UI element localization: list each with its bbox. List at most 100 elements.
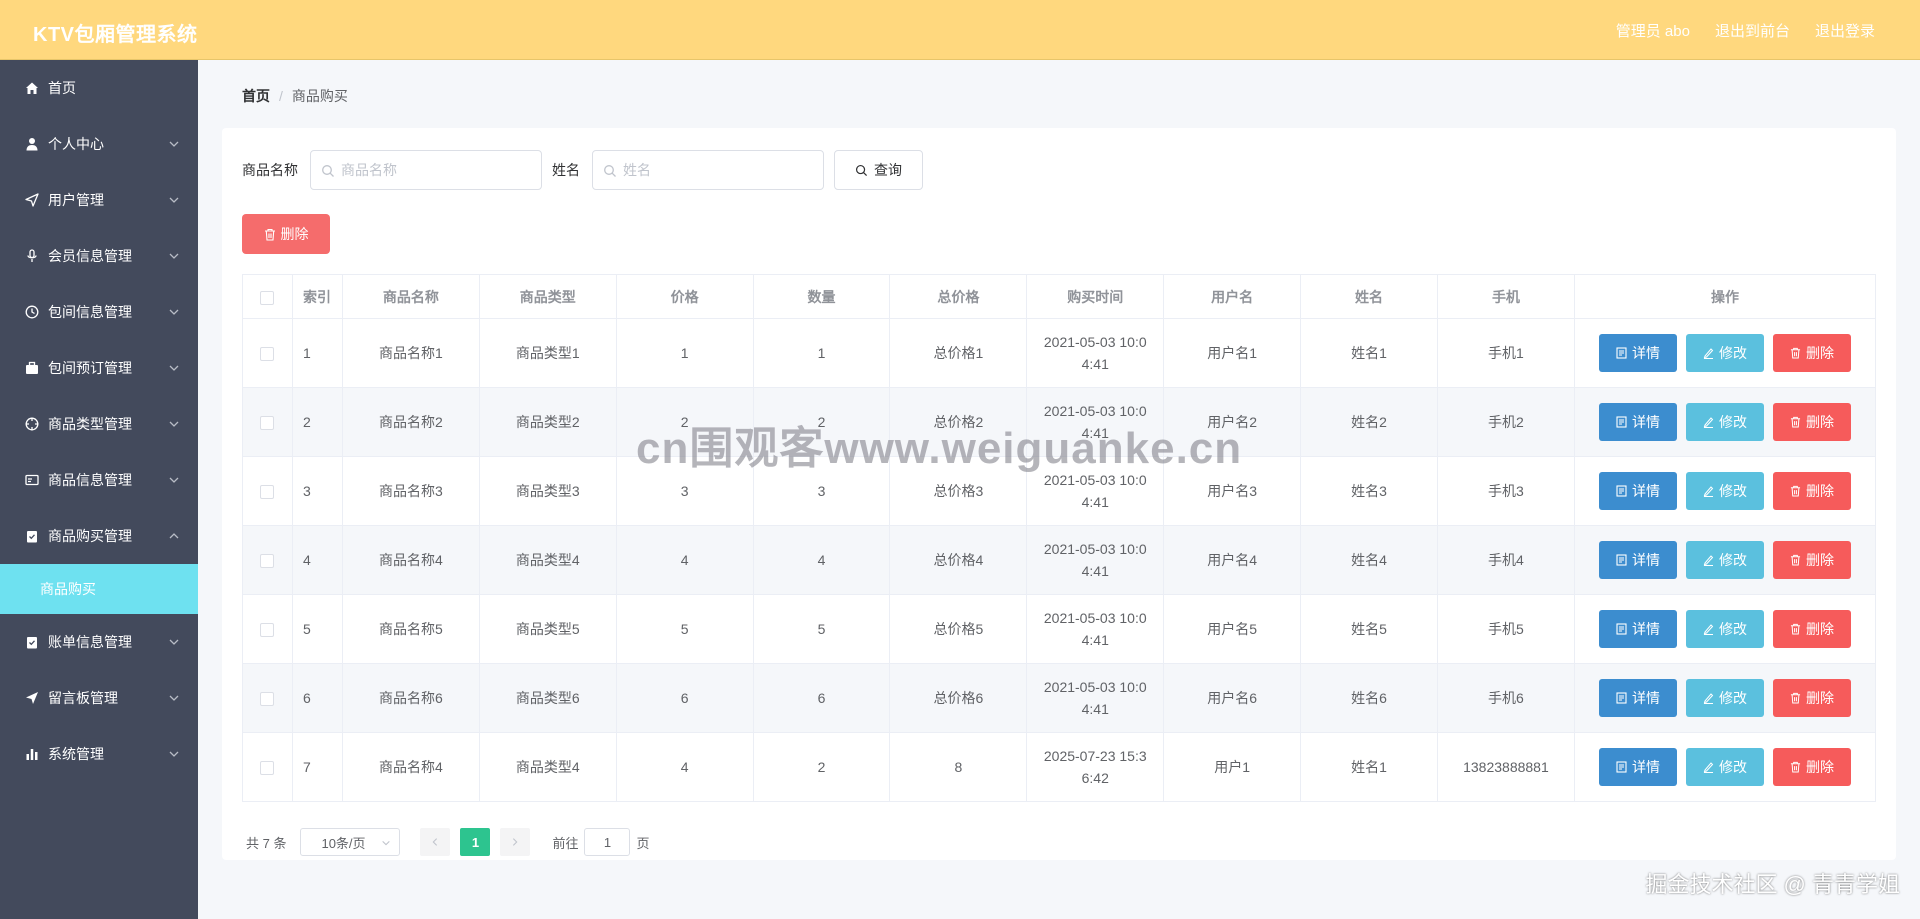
admin-user-label[interactable]: 管理员 abo: [1616, 20, 1690, 41]
edit-button[interactable]: 修改: [1685, 748, 1764, 786]
prev-page-button[interactable]: [420, 828, 451, 856]
sidebar-item-profile[interactable]: 个人中心: [0, 116, 198, 172]
trash-icon: [264, 228, 275, 241]
user-icon: [24, 136, 40, 152]
delete-button[interactable]: 删除: [1772, 679, 1851, 717]
query-button[interactable]: 查询: [834, 150, 923, 190]
product-name-field: [310, 150, 542, 190]
cell-person: 姓名5: [1300, 594, 1438, 664]
cell-actions: 详情 修改 删除: [1574, 525, 1877, 595]
trash-icon: [1790, 692, 1801, 704]
cell-qty: 5: [753, 594, 891, 664]
row-checkbox[interactable]: [260, 692, 275, 707]
row-checkbox[interactable]: [260, 761, 275, 776]
sidebar-item-messages[interactable]: 留言板管理: [0, 670, 198, 726]
edit-button[interactable]: 修改: [1685, 541, 1764, 579]
detail-button[interactable]: 详情: [1598, 748, 1677, 786]
cell-price: 4: [616, 732, 754, 802]
batch-delete-button[interactable]: 删除: [242, 214, 330, 254]
cell-phone: 手机1: [1437, 318, 1575, 388]
cell-name: 商品名称4: [342, 732, 480, 802]
logout-link[interactable]: 退出登录: [1815, 20, 1875, 41]
detail-button[interactable]: 详情: [1598, 679, 1677, 717]
sidebar-item-reservations[interactable]: 包间预订管理: [0, 340, 198, 396]
trash-icon: [1790, 623, 1801, 635]
purchase-time-line: 2021-05-03 10:0: [1043, 541, 1147, 557]
sidebar-item-products[interactable]: 商品信息管理: [0, 452, 198, 508]
edit-label: 修改: [1718, 690, 1747, 706]
main-content: 首页 / 商品购买 商品名称 姓名 查询 删除: [198, 60, 1920, 919]
edit-icon: [1703, 693, 1714, 704]
delete-button[interactable]: 删除: [1772, 403, 1851, 441]
row-checkbox[interactable]: [260, 623, 275, 638]
page-size-select[interactable]: 10条/页: [300, 828, 401, 856]
delete-label: 删除: [1805, 414, 1834, 430]
detail-button[interactable]: 详情: [1598, 610, 1677, 648]
clipboard-check-icon: [24, 634, 40, 650]
sidebar-item-home[interactable]: 首页: [0, 60, 198, 116]
sidebar-subitem-product-purchase[interactable]: 商品购买: [0, 564, 198, 614]
edit-icon: [1703, 486, 1714, 497]
table-row: 4 商品名称4 商品类型4 4 4 总价格4 2021-05-03 10:0 4:41 用户名4…: [242, 525, 1877, 595]
delete-button[interactable]: 删除: [1772, 610, 1851, 648]
row-checkbox[interactable]: [260, 554, 275, 569]
sidebar-item-users[interactable]: 用户管理: [0, 172, 198, 228]
detail-button[interactable]: 详情: [1598, 472, 1677, 510]
edit-button[interactable]: 修改: [1685, 610, 1764, 648]
page-number-current[interactable]: 1: [460, 828, 491, 856]
delete-button[interactable]: 删除: [1772, 334, 1851, 372]
sidebar-item-rooms[interactable]: 包间信息管理: [0, 284, 198, 340]
goto-page-input[interactable]: [584, 828, 631, 856]
row-checkbox[interactable]: [260, 347, 275, 362]
cell-index: 2: [292, 387, 343, 457]
sidebar-item-system[interactable]: 系统管理: [0, 726, 198, 782]
edit-button[interactable]: 修改: [1685, 679, 1764, 717]
cell-person: 姓名2: [1300, 387, 1438, 457]
cell-person: 姓名6: [1300, 663, 1438, 733]
chevron-down-icon: [382, 840, 391, 846]
column-header: 商品类型: [479, 274, 617, 319]
sidebar-item-product-types[interactable]: 商品类型管理: [0, 396, 198, 452]
sidebar-item-bills[interactable]: 账单信息管理: [0, 614, 198, 670]
delete-button[interactable]: 删除: [1772, 541, 1851, 579]
detail-button[interactable]: 详情: [1598, 403, 1677, 441]
sidebar-item-label: 商品购买管理: [48, 528, 132, 544]
detail-label: 详情: [1631, 552, 1660, 568]
column-header: 姓名: [1300, 274, 1438, 319]
row-checkbox[interactable]: [260, 416, 275, 431]
detail-button[interactable]: 详情: [1598, 541, 1677, 579]
back-to-frontend-link[interactable]: 退出到前台: [1715, 20, 1790, 41]
document-icon: [1616, 554, 1627, 566]
person-name-input[interactable]: [593, 151, 823, 189]
next-page-button[interactable]: [500, 828, 531, 856]
sidebar-item-label: 会员信息管理: [48, 248, 132, 264]
sidebar-item-members[interactable]: 会员信息管理: [0, 228, 198, 284]
cell-user: 用户名1: [1163, 318, 1302, 388]
sidebar-item-label: 系统管理: [48, 746, 104, 762]
search-form: 商品名称 姓名 查询: [242, 150, 923, 190]
chevron-down-icon: [169, 477, 179, 483]
delete-button[interactable]: 删除: [1772, 748, 1851, 786]
sidebar-item-purchases[interactable]: 商品购买管理: [0, 508, 198, 564]
cell-phone: 手机5: [1437, 594, 1575, 664]
cell-index: 6: [292, 663, 343, 733]
chevron-down-icon: [169, 639, 179, 645]
select-all-checkbox[interactable]: [260, 290, 275, 305]
table-header-row: 索引 商品名称 商品类型 价格 数量 总价格 购买时间 用户名 姓名 手机 操作: [242, 274, 1877, 319]
send-icon: [24, 192, 40, 208]
edit-button[interactable]: 修改: [1685, 334, 1764, 372]
detail-button[interactable]: 详情: [1598, 334, 1677, 372]
row-checkbox[interactable]: [260, 485, 275, 500]
cell-phone: 手机3: [1437, 456, 1575, 526]
cell-actions: 详情 修改 删除: [1574, 456, 1877, 526]
edit-button[interactable]: 修改: [1685, 403, 1764, 441]
product-name-input[interactable]: [311, 151, 541, 189]
delete-button[interactable]: 删除: [1772, 472, 1851, 510]
cell-type: 商品类型5: [479, 594, 617, 664]
chevron-up-icon: [169, 533, 179, 539]
breadcrumb-home[interactable]: 首页: [242, 88, 270, 104]
edit-icon: [1703, 348, 1714, 359]
edit-icon: [1703, 624, 1714, 635]
chevron-down-icon: [169, 695, 179, 701]
edit-button[interactable]: 修改: [1685, 472, 1764, 510]
